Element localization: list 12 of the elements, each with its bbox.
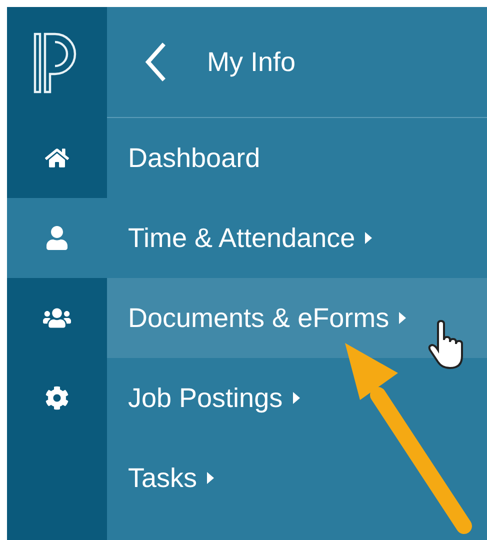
menu-item[interactable]: Time & Attendance [128, 222, 372, 254]
hand-cursor-icon [428, 320, 466, 370]
menu-title: My Info [207, 46, 296, 78]
settings-icon [45, 386, 69, 410]
menu-item[interactable]: Job Postings [128, 382, 300, 414]
back-button[interactable] [145, 42, 167, 82]
menu-item[interactable]: Dashboard [128, 142, 260, 174]
person-icon [45, 226, 69, 250]
home-icon [45, 146, 69, 170]
menu-item[interactable]: Tasks [128, 462, 214, 494]
sidebar-item[interactable] [7, 198, 107, 278]
menu-item[interactable]: Documents & eForms [128, 302, 406, 334]
